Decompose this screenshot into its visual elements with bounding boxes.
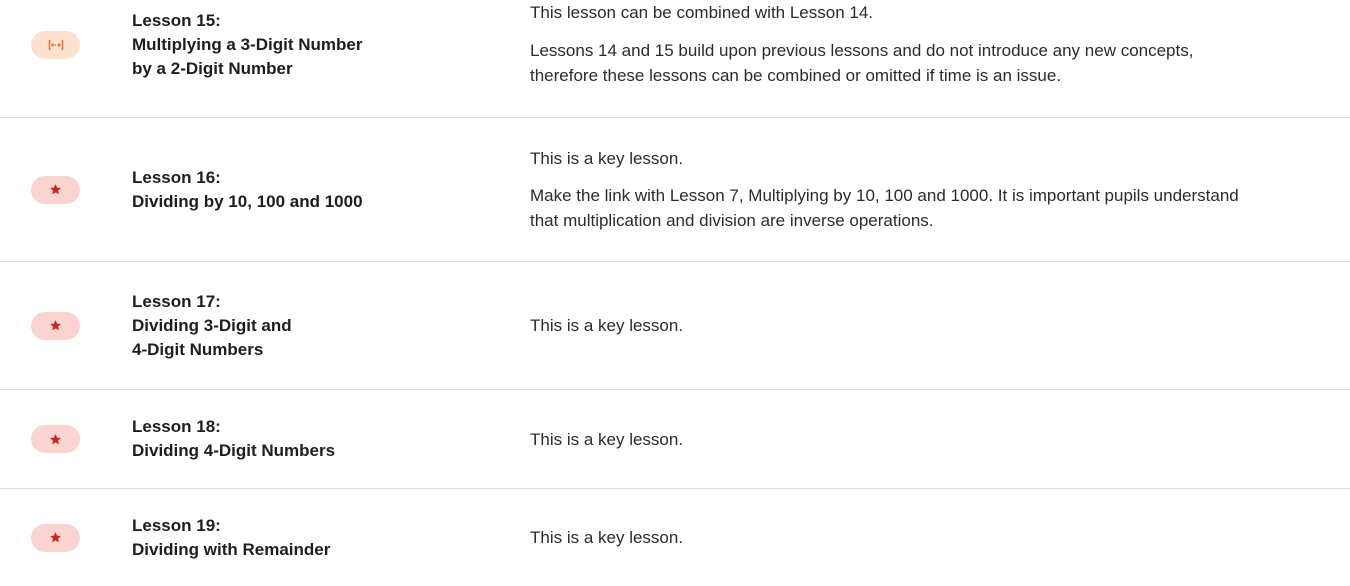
lesson-note: Make the link with Lesson 7, Multiplying… [530, 186, 1239, 230]
star-icon [50, 532, 61, 543]
lesson-name-line: Multiplying a 3-Digit Number [132, 35, 363, 54]
star-icon [50, 433, 61, 444]
lesson-notes: This is a key lesson. Make the link with… [530, 146, 1350, 233]
lesson-table: Lesson 15: Multiplying a 3-Digit Number … [0, 0, 1350, 586]
lesson-name-line: by a 2-Digit Number [132, 59, 293, 78]
star-badge [31, 175, 80, 204]
lesson-title: Lesson 17: Dividing 3-Digit and 4-Digit … [132, 290, 530, 362]
lesson-number: Lesson 15: [132, 11, 221, 30]
lesson-number: Lesson 16: [132, 167, 221, 187]
lesson-name-line: Dividing with Remainder [132, 539, 331, 559]
lesson-notes: This is a key lesson. [530, 525, 1350, 550]
stretch-badge [31, 31, 80, 59]
lesson-notes: This lesson can be combined with Lesson … [530, 0, 1350, 88]
lesson-row-16: Lesson 16: Dividing by 10, 100 and 1000 … [0, 118, 1350, 262]
lesson-icon-cell [0, 0, 132, 59]
lesson-title: Lesson 18: Dividing 4-Digit Numbers [132, 415, 530, 463]
lesson-note: This is a key lesson. [530, 528, 684, 547]
lesson-notes: This is a key lesson. [530, 427, 1350, 452]
lesson-icon-cell [0, 523, 132, 552]
lesson-note: This is a key lesson. [530, 316, 684, 335]
lesson-number: Lesson 18: [132, 417, 221, 436]
lesson-name-line: Dividing by 10, 100 and 1000 [132, 191, 363, 211]
lesson-number: Lesson 17: [132, 291, 221, 311]
lesson-row-19: Lesson 19: Dividing with Remainder This … [0, 489, 1350, 586]
lesson-row-18: Lesson 18: Dividing 4-Digit Numbers This… [0, 390, 1350, 489]
lesson-name-line: 4-Digit Numbers [132, 339, 264, 359]
lesson-title: Lesson 19: Dividing with Remainder [132, 514, 530, 562]
lesson-number: Lesson 19: [132, 515, 221, 535]
star-badge [31, 425, 80, 453]
lesson-title: Lesson 16: Dividing by 10, 100 and 1000 [132, 166, 530, 214]
stretch-icon [48, 40, 63, 50]
lesson-row-15: Lesson 15: Multiplying a 3-Digit Number … [0, 0, 1350, 118]
lesson-name-line: Dividing 4-Digit Numbers [132, 441, 336, 460]
lesson-row-17: Lesson 17: Dividing 3-Digit and 4-Digit … [0, 262, 1350, 390]
lesson-icon-cell [0, 425, 132, 453]
star-icon [50, 320, 61, 331]
star-icon [50, 184, 61, 195]
star-badge [31, 311, 80, 340]
lesson-notes: This is a key lesson. [530, 313, 1350, 338]
star-badge [31, 523, 80, 552]
lesson-note: This is a key lesson. [530, 149, 684, 168]
lesson-title: Lesson 15: Multiplying a 3-Digit Number … [132, 0, 530, 81]
lesson-icon-cell [0, 311, 132, 340]
lesson-note: This is a key lesson. [530, 429, 684, 449]
lesson-note: This lesson can be combined with Lesson … [530, 3, 874, 22]
lesson-name-line: Dividing 3-Digit and [132, 315, 292, 335]
lesson-icon-cell [0, 175, 132, 204]
lesson-note: Lessons 14 and 15 build upon previous le… [530, 41, 1194, 85]
